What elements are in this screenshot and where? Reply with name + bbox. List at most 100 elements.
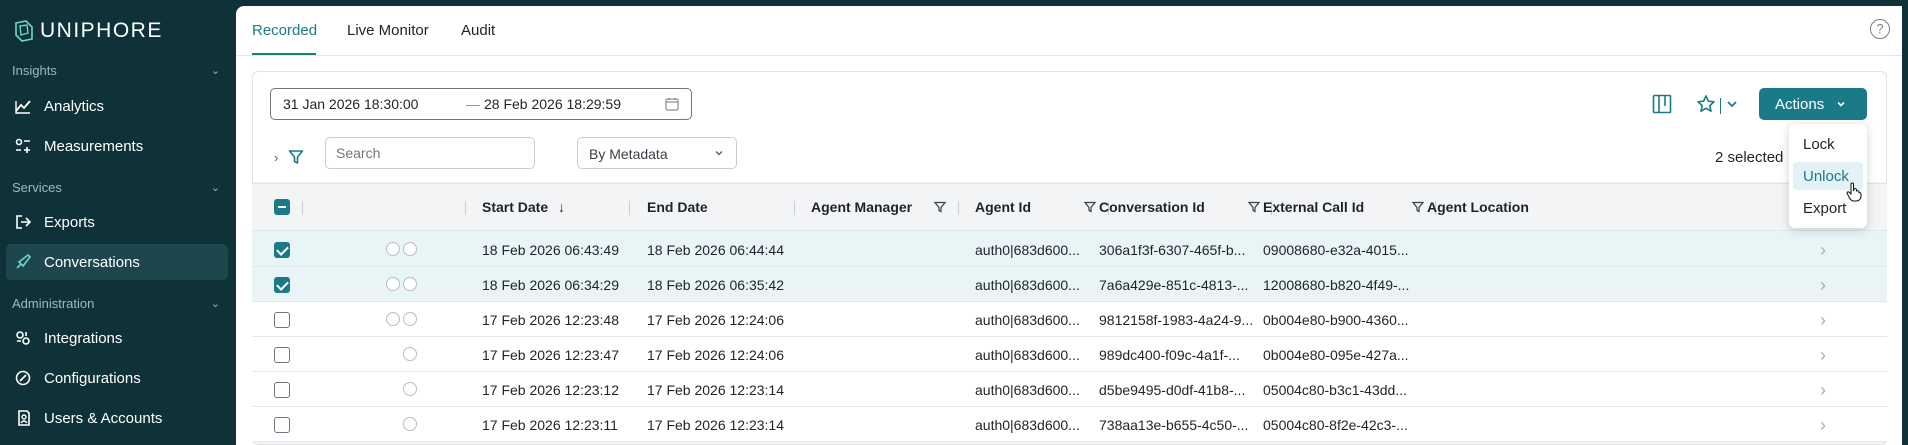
row-open-chevron-icon[interactable]: › bbox=[1820, 240, 1826, 261]
search-input[interactable] bbox=[325, 137, 535, 169]
metadata-select[interactable]: By Metadata bbox=[577, 137, 737, 169]
table-row[interactable]: 18 Feb 2026 06:34:29 18 Feb 2026 06:35:42… bbox=[252, 267, 1887, 302]
table-header: Start Date ↓ End Date Agent Manager Agen… bbox=[252, 183, 1887, 231]
note-icon bbox=[403, 312, 417, 326]
row-open-chevron-icon[interactable]: › bbox=[1820, 310, 1826, 331]
external-call-id-cell: 0b004e80-095e-427a... bbox=[1263, 347, 1409, 363]
sidebar-item-label: Users & Accounts bbox=[44, 409, 163, 427]
end-date-cell: 17 Feb 2026 12:23:14 bbox=[647, 417, 785, 433]
date-to[interactable]: 28 Feb 2026 18:29:59 bbox=[484, 96, 621, 112]
actions-button[interactable]: Actions bbox=[1759, 88, 1867, 120]
chevron-down-icon: ⌄ bbox=[210, 298, 220, 310]
sidebar-item-configurations[interactable]: Configurations bbox=[6, 360, 228, 396]
column-header-agent-id[interactable]: Agent Id bbox=[975, 199, 1031, 215]
column-header-external-call-id[interactable]: External Call Id bbox=[1263, 199, 1364, 215]
column-header-start-date[interactable]: Start Date ↓ bbox=[482, 199, 565, 215]
brand-logo[interactable]: UNIPHORE bbox=[12, 18, 163, 44]
row-open-chevron-icon[interactable]: › bbox=[1820, 380, 1826, 401]
sidebar-item-integrations[interactable]: Integrations bbox=[6, 320, 228, 356]
row-open-chevron-icon[interactable]: › bbox=[1820, 415, 1826, 436]
sidebar-item-conversations[interactable]: Conversations bbox=[6, 244, 228, 280]
row-open-chevron-icon[interactable]: › bbox=[1820, 275, 1826, 296]
filter-icon[interactable] bbox=[288, 149, 304, 165]
section-administration[interactable]: Administration ⌄ bbox=[12, 296, 222, 311]
conversation-id-cell: 306a1f3f-6307-465f-b... bbox=[1099, 242, 1246, 258]
chevron-down-icon bbox=[715, 151, 723, 156]
note-icon bbox=[403, 242, 417, 256]
help-icon[interactable]: ? bbox=[1870, 19, 1890, 39]
column-filter-icon[interactable] bbox=[1084, 201, 1096, 213]
start-date-cell: 18 Feb 2026 06:34:29 bbox=[482, 277, 620, 293]
row-checkbox[interactable] bbox=[274, 417, 290, 433]
column-header-agent-manager[interactable]: Agent Manager bbox=[811, 199, 912, 215]
row-checkbox[interactable] bbox=[274, 242, 290, 258]
sidebar-item-label: Configurations bbox=[44, 369, 141, 387]
agent-id-cell: auth0|683d600... bbox=[975, 242, 1080, 258]
section-insights[interactable]: Insights ⌄ bbox=[12, 63, 222, 78]
sidebar: UNIPHORE Insights ⌄ Analytics Measuremen… bbox=[0, 0, 236, 445]
sidebar-item-users-accounts[interactable]: Users & Accounts bbox=[6, 400, 228, 436]
lock-icon bbox=[386, 312, 400, 326]
row-checkbox[interactable] bbox=[274, 312, 290, 328]
tab-live-monitor[interactable]: Live Monitor bbox=[347, 22, 429, 39]
external-call-id-cell: 05004c80-8f2e-42c3-... bbox=[1263, 417, 1408, 433]
sidebar-item-analytics[interactable]: Analytics bbox=[6, 88, 228, 124]
row-open-chevron-icon[interactable]: › bbox=[1820, 345, 1826, 366]
sidebar-item-exports[interactable]: Exports bbox=[6, 204, 228, 240]
row-checkbox[interactable] bbox=[274, 347, 290, 363]
date-from[interactable]: 31 Jan 2026 18:30:00 bbox=[283, 96, 418, 112]
section-label: Insights bbox=[12, 63, 57, 78]
column-header-agent-location[interactable]: Agent Location bbox=[1427, 199, 1529, 215]
date-range-picker[interactable]: 31 Jan 2026 18:30:00 — 28 Feb 2026 18:29… bbox=[270, 88, 692, 120]
end-date-cell: 17 Feb 2026 12:24:06 bbox=[647, 312, 785, 328]
menu-item-lock[interactable]: Lock bbox=[1793, 130, 1863, 158]
board-view-icon[interactable] bbox=[1652, 94, 1672, 114]
column-header-end-date[interactable]: End Date bbox=[647, 199, 708, 215]
table-row[interactable]: 18 Feb 2026 06:43:49 18 Feb 2026 06:44:44… bbox=[252, 232, 1887, 267]
lock-icon bbox=[386, 277, 400, 291]
actions-label: Actions bbox=[1775, 95, 1825, 113]
agent-id-cell: auth0|683d600... bbox=[975, 277, 1080, 293]
conversation-id-cell: 7a6a429e-851c-4813-... bbox=[1099, 277, 1249, 293]
exports-icon bbox=[16, 215, 32, 229]
external-call-id-cell: 09008680-e32a-4015... bbox=[1263, 242, 1409, 258]
lock-icon bbox=[386, 242, 400, 256]
expand-filters-chevron-icon[interactable]: › bbox=[274, 150, 278, 165]
calendar-icon[interactable] bbox=[665, 97, 679, 111]
table-row[interactable]: 17 Feb 2026 12:23:11 17 Feb 2026 12:23:14… bbox=[252, 407, 1887, 442]
column-divider bbox=[302, 201, 303, 215]
column-divider bbox=[958, 201, 959, 215]
favorite-star-icon[interactable] bbox=[1696, 94, 1716, 114]
column-filter-icon[interactable] bbox=[934, 201, 946, 213]
brand-name: UNIPHORE bbox=[40, 19, 163, 42]
tab-audit[interactable]: Audit bbox=[461, 22, 495, 39]
column-filter-icon[interactable] bbox=[1412, 201, 1424, 213]
table-row[interactable]: 17 Feb 2026 12:23:47 17 Feb 2026 12:24:06… bbox=[252, 337, 1887, 372]
conversation-id-cell: 989dc400-f09c-4a1f-... bbox=[1099, 347, 1240, 363]
column-header-conversation-id[interactable]: Conversation Id bbox=[1099, 199, 1205, 215]
tab-bar: Recorded Live Monitor Audit ? bbox=[236, 6, 1902, 56]
sidebar-item-label: Conversations bbox=[44, 253, 140, 271]
conversation-id-cell: 9812158f-1983-4a24-9... bbox=[1099, 312, 1254, 328]
metadata-select-value: By Metadata bbox=[589, 146, 668, 162]
analytics-icon bbox=[15, 100, 31, 114]
section-services[interactable]: Services ⌄ bbox=[12, 180, 222, 195]
table-row[interactable]: 17 Feb 2026 12:23:12 17 Feb 2026 12:23:14… bbox=[252, 372, 1887, 407]
sidebar-item-measurements[interactable]: Measurements bbox=[6, 128, 228, 164]
start-date-cell: 17 Feb 2026 12:23:11 bbox=[482, 417, 618, 433]
conversation-id-cell: d5be9495-d0df-41b8-... bbox=[1099, 382, 1246, 398]
start-date-cell: 17 Feb 2026 12:23:48 bbox=[482, 312, 620, 328]
column-divider bbox=[629, 201, 630, 215]
note-icon bbox=[403, 417, 417, 431]
chevron-down-icon[interactable] bbox=[1726, 98, 1738, 110]
row-checkbox[interactable] bbox=[274, 382, 290, 398]
hand-cursor-icon bbox=[1846, 182, 1862, 202]
main-panel: Recorded Live Monitor Audit ? 31 Jan 202… bbox=[236, 6, 1902, 445]
chevron-down-icon: ⌄ bbox=[210, 182, 220, 194]
table-row[interactable]: 17 Feb 2026 12:23:48 17 Feb 2026 12:24:06… bbox=[252, 302, 1887, 337]
tab-recorded[interactable]: Recorded bbox=[252, 22, 317, 39]
row-checkbox[interactable] bbox=[274, 277, 290, 293]
select-all-checkbox[interactable] bbox=[274, 199, 290, 215]
selected-count: 2 selected bbox=[1715, 149, 1784, 166]
column-filter-icon[interactable] bbox=[1248, 201, 1260, 213]
